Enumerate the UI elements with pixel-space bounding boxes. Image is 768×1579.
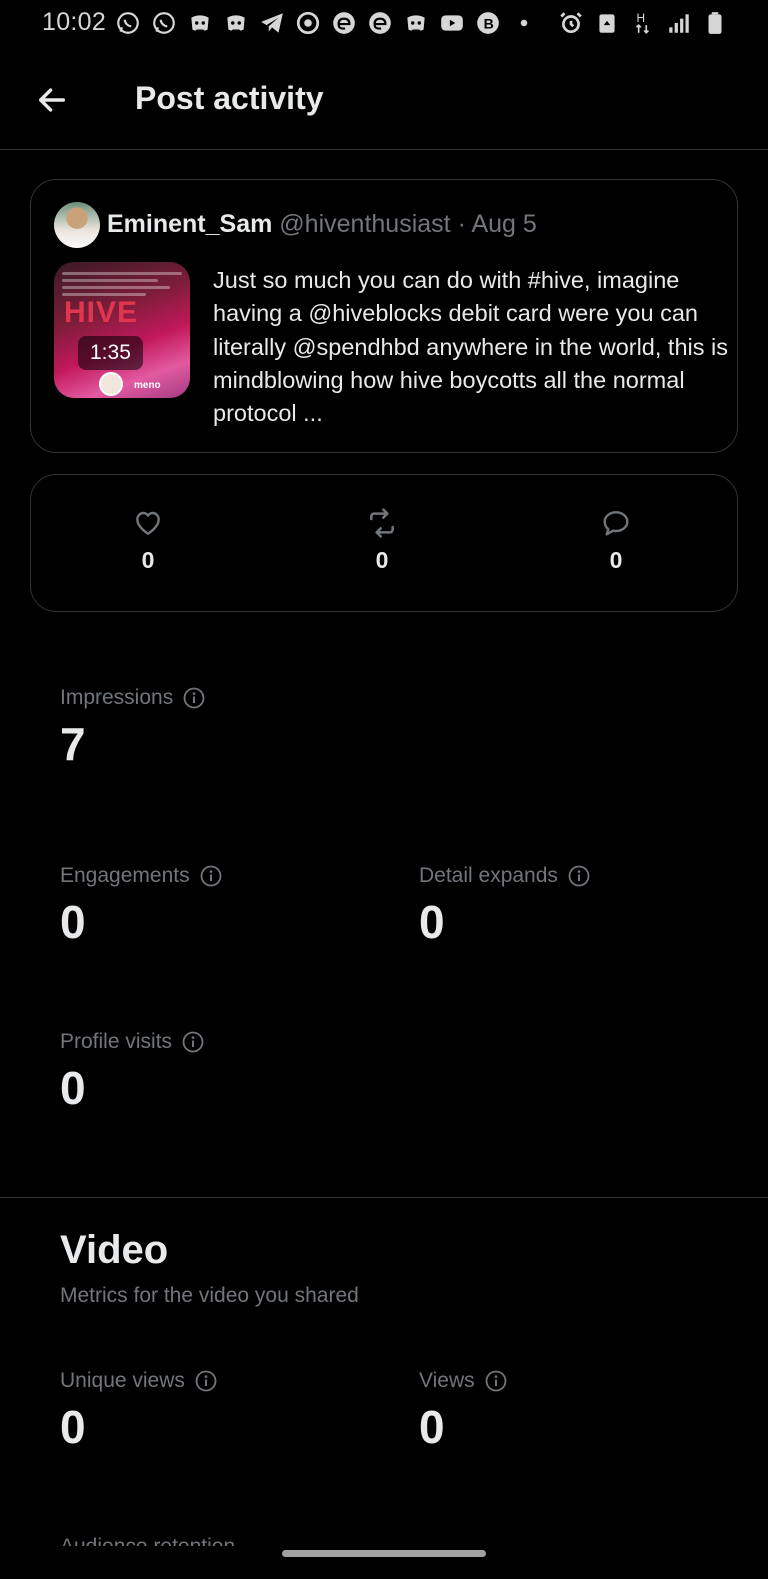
- discord-icon: [222, 9, 250, 37]
- info-icon[interactable]: [181, 1030, 205, 1054]
- info-icon[interactable]: [567, 864, 591, 888]
- section-divider: [0, 1197, 768, 1198]
- post-text: Just so much you can do with #hive, imag…: [213, 267, 729, 427]
- metric-label: Profile visits: [60, 1030, 173, 1053]
- metric-value: 7: [60, 718, 86, 770]
- home-indicator[interactable]: [282, 1550, 486, 1557]
- post-preview-card[interactable]: Eminent_Sam @hiventhusiast · Aug 5 HIVE …: [30, 179, 738, 453]
- metric-detail-expands: Detail expands 0: [419, 864, 591, 948]
- status-time: 10:02: [42, 8, 107, 36]
- metric-label: Unique views: [60, 1369, 185, 1392]
- post-meta: Eminent_Sam @hiventhusiast · Aug 5: [107, 210, 537, 239]
- whatsapp-icon: [114, 9, 142, 37]
- post-activity-screen: 10:02 B H Post activity Eminent_Sam @hiv…: [0, 0, 768, 1579]
- metric-label: Views: [419, 1369, 475, 1392]
- alarm-icon: [558, 9, 584, 37]
- edge-icon: [366, 9, 394, 37]
- reply-count: 0: [609, 547, 623, 573]
- engagement-actions-card: 0 0 0: [30, 474, 738, 612]
- telegram-icon: [258, 9, 286, 37]
- discord-icon: [186, 9, 214, 37]
- metric-value: 0: [419, 896, 445, 948]
- like-count: 0: [141, 547, 155, 573]
- svg-text:B: B: [484, 15, 494, 31]
- info-icon[interactable]: [484, 1369, 508, 1393]
- back-button[interactable]: [30, 78, 74, 122]
- metric-value: 0: [419, 1401, 445, 1453]
- reply-action[interactable]: 0: [576, 507, 656, 574]
- b-app-icon: B: [474, 9, 502, 37]
- metric-cutoff-row: Audience retention: [60, 1530, 235, 1546]
- metric-unique-views: Unique views 0: [60, 1369, 218, 1453]
- arrow-left-icon: [38, 88, 66, 112]
- video-thumbnail[interactable]: HIVE 1:35 meno: [54, 262, 190, 398]
- dot-icon: [510, 9, 538, 37]
- discord-icon: [402, 9, 430, 37]
- metric-impressions: Impressions 7: [60, 686, 206, 770]
- metric-label: Engagements: [60, 864, 190, 887]
- thumbnail-hive-text: HIVE: [64, 296, 139, 329]
- metric-value: 0: [60, 1062, 86, 1114]
- heart-icon: [136, 511, 160, 535]
- status-bar: 10:02 B H: [0, 0, 768, 50]
- repost-icon: [370, 508, 394, 538]
- notification-icons: B: [114, 9, 538, 37]
- top-app-bar: Post activity: [0, 50, 768, 150]
- metric-label: Audience retention: [60, 1530, 235, 1546]
- section-subtitle-video: Metrics for the video you shared: [60, 1284, 359, 1307]
- video-duration-badge: 1:35: [78, 336, 143, 370]
- info-icon[interactable]: [194, 1369, 218, 1393]
- repost-action[interactable]: 0: [342, 507, 422, 574]
- info-icon[interactable]: [182, 686, 206, 710]
- network-h-icon: H: [630, 9, 656, 37]
- system-icons: H: [558, 9, 728, 37]
- section-title-video: Video: [60, 1228, 169, 1272]
- signal-icon: [666, 9, 692, 37]
- metric-engagements: Engagements 0: [60, 864, 223, 948]
- metric-views: Views 0: [419, 1369, 508, 1453]
- edge-icon: [330, 9, 358, 37]
- info-icon[interactable]: [199, 864, 223, 888]
- avatar[interactable]: [54, 202, 100, 248]
- thumbnail-tag: meno: [134, 380, 161, 391]
- metric-value: 0: [60, 1401, 86, 1453]
- svg-text:H: H: [637, 11, 646, 25]
- whatsapp-icon: [150, 9, 178, 37]
- page-title: Post activity: [135, 80, 324, 116]
- youtube-icon: [438, 9, 466, 37]
- metric-label: Impressions: [60, 686, 174, 709]
- thumbnail-face: [99, 372, 123, 396]
- metric-profile-visits: Profile visits 0: [60, 1030, 205, 1114]
- reply-icon: [603, 511, 629, 536]
- repost-count: 0: [375, 547, 389, 573]
- meta-separator: ·: [457, 210, 466, 238]
- post-date: Aug 5: [471, 210, 537, 238]
- author-name: Eminent_Sam: [107, 210, 273, 238]
- chrome-icon: [294, 9, 322, 37]
- metric-label: Detail expands: [419, 864, 558, 887]
- author-handle: @hiventhusiast: [279, 210, 451, 238]
- recycle-icon: [594, 9, 620, 37]
- like-action[interactable]: 0: [108, 507, 188, 574]
- battery-icon: [702, 9, 728, 37]
- metric-value: 0: [60, 896, 86, 948]
